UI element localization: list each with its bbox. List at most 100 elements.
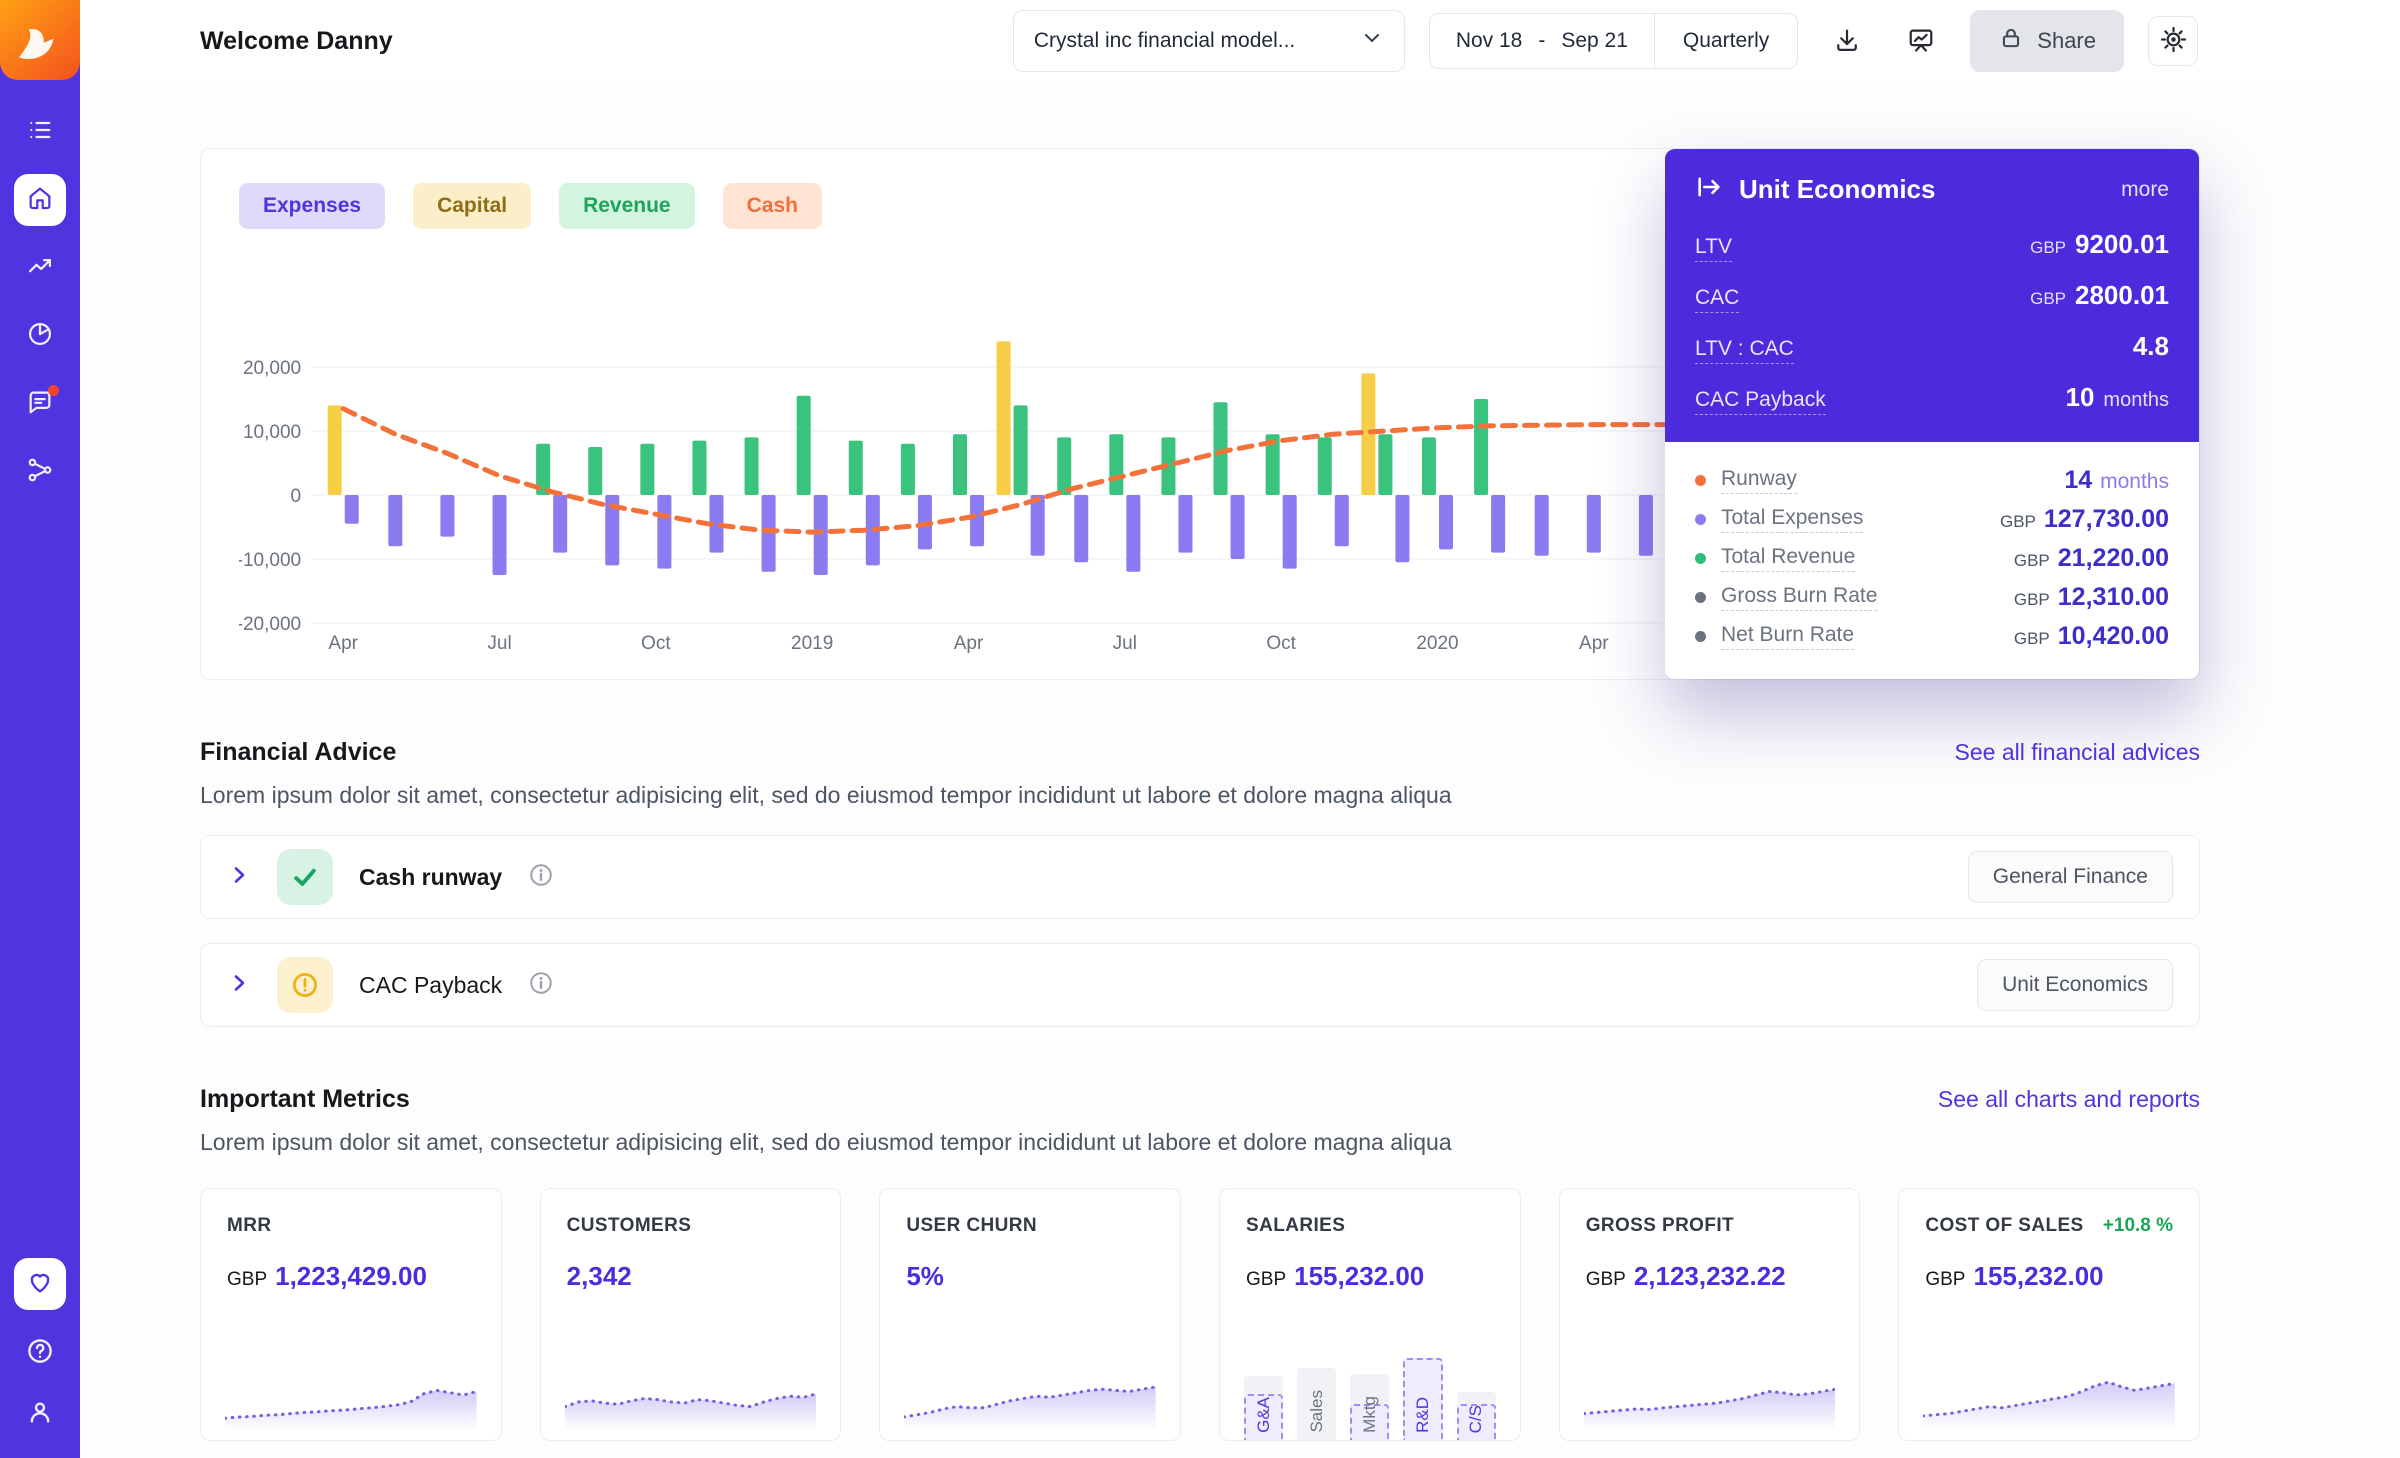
model-selector-value: Crystal inc financial model... bbox=[1033, 29, 1296, 52]
presentation-button[interactable] bbox=[1896, 16, 1946, 66]
financial-advice-header: Financial Advice See all financial advic… bbox=[200, 738, 2200, 767]
breakdown-row: Total Expenses GBP 127,730.00 bbox=[1695, 505, 2169, 534]
breakdown-row: Total Revenue GBP 21,220.00 bbox=[1695, 544, 2169, 573]
help-button[interactable] bbox=[25, 1336, 55, 1371]
svg-text:2019: 2019 bbox=[791, 633, 833, 654]
revenue-dot bbox=[1695, 553, 1706, 564]
svg-text:-20,000: -20,000 bbox=[239, 614, 301, 635]
advice-tag: Unit Economics bbox=[1977, 959, 2173, 1011]
important-metrics-header: Important Metrics See all charts and rep… bbox=[200, 1085, 2200, 1114]
legend-chip-capital[interactable]: Capital bbox=[413, 183, 532, 229]
page-title: Welcome Danny bbox=[200, 26, 393, 55]
stat-label[interactable]: CAC bbox=[1695, 286, 1740, 313]
header: Welcome Danny Crystal inc financial mode… bbox=[80, 0, 2400, 82]
unit-economics-breakdown: Runway 14 months Total Expenses GBP 127,73… bbox=[1665, 442, 2199, 679]
breakdown-row: Net Burn Rate GBP 10,420.00 bbox=[1695, 622, 2169, 651]
info-icon[interactable] bbox=[528, 862, 554, 893]
model-selector[interactable]: Crystal inc financial model... bbox=[1012, 10, 1405, 72]
section-subtitle: Lorem ipsum dolor sit amet, consectetur … bbox=[200, 782, 1452, 808]
breakdown-row: Runway 14 months bbox=[1695, 466, 2169, 495]
sparkline bbox=[1583, 1387, 1836, 1430]
advice-row-cash-runway[interactable]: Cash runway General Finance bbox=[200, 835, 2200, 919]
metric-cards-row: MRR GBP 1,223,429.00 CUSTOMERS 2,342 USER… bbox=[200, 1188, 2201, 1441]
metric-card-gross-profit[interactable]: GROSS PROFIT GBP 2,123,232.22 bbox=[1558, 1188, 1861, 1441]
runway-dot bbox=[1695, 475, 1706, 486]
salary-bar-label: Mktg bbox=[1359, 1396, 1379, 1433]
metric-card-user-churn[interactable]: USER CHURN 5% bbox=[879, 1188, 1182, 1441]
stat-label[interactable]: LTV : CAC bbox=[1695, 337, 1794, 364]
settings-button[interactable] bbox=[2148, 16, 2198, 66]
main-area: Welcome Danny Crystal inc financial mode… bbox=[80, 0, 2400, 1458]
svg-text:2020: 2020 bbox=[1416, 633, 1458, 654]
svg-text:10,000: 10,000 bbox=[243, 422, 301, 443]
advice-title: CAC Payback bbox=[359, 971, 503, 998]
date-from: Nov 18 bbox=[1455, 29, 1523, 52]
stat-label[interactable]: LTV bbox=[1695, 235, 1732, 262]
salary-bar: Sales bbox=[1297, 1328, 1337, 1440]
salary-bar-label: R&D bbox=[1413, 1397, 1432, 1433]
metric-card-salaries[interactable]: SALARIES GBP 155,232.00 G&A Sales Mktg R&D C/… bbox=[1219, 1188, 1521, 1441]
app-root: Welcome Danny Crystal inc financial mode… bbox=[0, 0, 2400, 1458]
date-to: Sep 21 bbox=[1561, 29, 1628, 52]
period-selector[interactable]: Quarterly bbox=[1655, 14, 1797, 68]
legend-chip-revenue[interactable]: Revenue bbox=[559, 183, 695, 229]
breakdown-row: Gross Burn Rate GBP 12,310.00 bbox=[1695, 583, 2169, 612]
legend-chip-cash[interactable]: Cash bbox=[722, 183, 822, 229]
profile-button[interactable] bbox=[25, 1397, 55, 1432]
salary-bar: R&D bbox=[1403, 1328, 1443, 1440]
chevron-right-icon[interactable] bbox=[227, 863, 251, 892]
salary-bar: Mktg bbox=[1350, 1328, 1390, 1440]
metric-card-mrr[interactable]: MRR GBP 1,223,429.00 bbox=[200, 1188, 502, 1441]
pie-chart-icon bbox=[26, 320, 54, 353]
gear-icon bbox=[2160, 26, 2187, 56]
sidebar-item-home[interactable] bbox=[14, 174, 66, 226]
sidebar-item-tasks[interactable] bbox=[14, 106, 66, 158]
sidebar bbox=[0, 0, 80, 1458]
date-range-control: Nov 18 - Sep 21 Quarterly bbox=[1428, 13, 1799, 69]
stat-label[interactable]: CAC Payback bbox=[1695, 388, 1826, 415]
section-subtitle: Lorem ipsum dolor sit amet, consectetur … bbox=[200, 1129, 1452, 1155]
download-button[interactable] bbox=[1822, 16, 1872, 66]
svg-text:Jul: Jul bbox=[1113, 633, 1137, 654]
sidebar-item-trends[interactable] bbox=[14, 242, 66, 294]
status-ok-icon bbox=[277, 849, 333, 905]
svg-text:-10,000: -10,000 bbox=[239, 550, 301, 571]
salary-bar-label: G&A bbox=[1253, 1397, 1273, 1433]
bird-logo-icon bbox=[4, 2, 76, 79]
date-separator: - bbox=[1538, 29, 1546, 52]
favorites-button[interactable] bbox=[14, 1258, 66, 1310]
info-icon[interactable] bbox=[528, 970, 554, 1001]
sidebar-item-messages[interactable] bbox=[14, 378, 66, 430]
share-button[interactable]: Share bbox=[1970, 10, 2124, 72]
sparkline bbox=[1923, 1380, 2176, 1430]
advice-row-cac-payback[interactable]: CAC Payback Unit Economics bbox=[200, 943, 2200, 1027]
date-range[interactable]: Nov 18 - Sep 21 bbox=[1430, 14, 1654, 68]
sidebar-nav bbox=[14, 106, 66, 498]
sidebar-bottom bbox=[14, 1258, 66, 1432]
sparkline bbox=[904, 1385, 1157, 1430]
stat-row: LTV : CAC 4.8 bbox=[1695, 322, 2169, 373]
app-logo[interactable] bbox=[0, 0, 80, 80]
svg-text:Jul: Jul bbox=[487, 633, 511, 654]
sidebar-item-reports[interactable] bbox=[14, 310, 66, 362]
chevron-right-icon[interactable] bbox=[227, 971, 251, 1000]
salary-bar: C/S bbox=[1456, 1328, 1496, 1440]
unit-economics-panel: Unit Economics more LTV GBP 9200.01 CAC G… bbox=[1665, 149, 2199, 679]
sidebar-item-workflows[interactable] bbox=[14, 446, 66, 498]
trending-up-icon bbox=[26, 252, 54, 285]
svg-text:Oct: Oct bbox=[1266, 633, 1296, 654]
see-all-advices-link[interactable]: See all financial advices bbox=[1955, 739, 2200, 766]
more-link[interactable]: more bbox=[2121, 178, 2169, 202]
metric-card-customers[interactable]: CUSTOMERS 2,342 bbox=[539, 1188, 842, 1441]
svg-text:0: 0 bbox=[291, 486, 302, 507]
salary-bar: G&A bbox=[1244, 1328, 1284, 1440]
sparkline bbox=[564, 1392, 817, 1430]
sparkline bbox=[225, 1388, 477, 1430]
salary-bar-label: C/S bbox=[1466, 1404, 1486, 1433]
svg-text:Apr: Apr bbox=[1579, 633, 1609, 654]
main-chart-card: Expenses Capital Revenue Cash 20,000 10,0… bbox=[200, 148, 2200, 680]
svg-text:20,000: 20,000 bbox=[243, 358, 301, 379]
legend-chip-expenses[interactable]: Expenses bbox=[239, 183, 386, 229]
see-all-charts-link[interactable]: See all charts and reports bbox=[1938, 1086, 2200, 1113]
metric-card-cost-of-sales[interactable]: COST OF SALES +10.8 % GBP 155,232.00 bbox=[1898, 1188, 2201, 1441]
